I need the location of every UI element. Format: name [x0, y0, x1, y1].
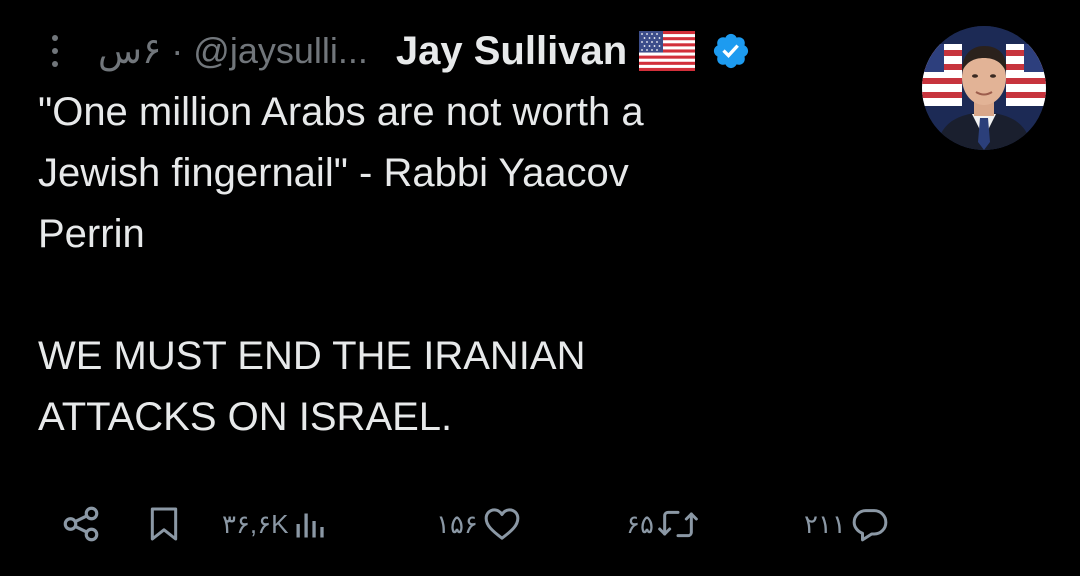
us-flag-icon: [639, 31, 696, 71]
reply-icon: [852, 509, 888, 542]
likes-count: ۱۵۶: [436, 508, 478, 539]
reply-button[interactable]: ۲۱۱: [804, 496, 890, 552]
tweet-timestamp[interactable]: ۶س: [98, 30, 161, 72]
heart-icon: [484, 508, 520, 540]
more-vertical-icon-dot: [52, 61, 58, 67]
repost-icon: [658, 510, 698, 538]
tweet-action-bar: ۳۶,۶K ۱۵۶ ۶۵ ۲۱۱: [0, 496, 1080, 552]
share-icon: [63, 506, 99, 542]
views-count: ۳۶,۶K: [222, 508, 289, 539]
repost-button[interactable]: ۶۵: [626, 496, 700, 552]
tweet-paragraph-statement: WE MUST END THE IRANIAN ATTACKS ON ISRAE…: [38, 334, 586, 439]
user-handle[interactable]: @jaysulli...: [193, 30, 368, 72]
more-options-button[interactable]: [40, 29, 70, 73]
meta-separator: ·: [171, 30, 184, 71]
views-chart-icon: [296, 513, 325, 538]
avatar-portrait: [922, 26, 1046, 150]
avatar[interactable]: [922, 26, 1046, 150]
more-vertical-icon: [52, 35, 58, 41]
verified-badge-icon[interactable]: [711, 31, 751, 71]
tweet-paragraph-quote: "One million Arabs are not worth a Jewis…: [38, 90, 644, 256]
bookmark-button[interactable]: [144, 496, 184, 552]
tweet-body: "One million Arabs are not worth a Jewis…: [38, 82, 878, 448]
tweet-header: ۶س · @jaysulli... Jay Sullivan: [40, 24, 880, 78]
replies-count: ۲۱۱: [804, 508, 846, 539]
display-name[interactable]: Jay Sullivan: [396, 29, 627, 74]
reposts-count: ۶۵: [626, 508, 654, 539]
like-button[interactable]: ۱۵۶: [436, 496, 522, 552]
bookmark-icon: [150, 507, 178, 541]
share-button[interactable]: [60, 496, 102, 552]
views-button[interactable]: ۳۶,۶K: [222, 496, 328, 552]
tweet-meta: ۶س · @jaysulli...: [98, 30, 368, 72]
more-vertical-icon-dot: [52, 48, 58, 54]
